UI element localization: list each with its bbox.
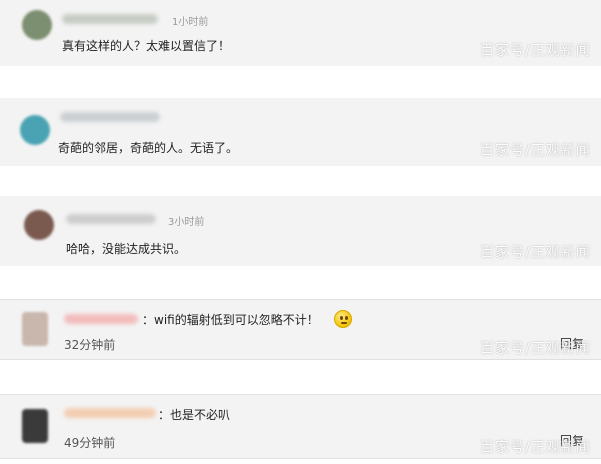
comment-time: 3小时前 xyxy=(168,217,205,228)
thinking-face-icon xyxy=(334,310,352,328)
avatar[interactable] xyxy=(22,10,52,40)
username[interactable] xyxy=(64,408,156,418)
comment-time: 32分钟前 xyxy=(64,338,116,352)
avatar[interactable] xyxy=(22,312,48,346)
comment-text: ：wifi的辐射低到可以忽略不计！ xyxy=(142,313,319,327)
comment-text: 哈哈，没能达成共识。 xyxy=(66,242,187,256)
username[interactable] xyxy=(60,112,160,122)
comment-card: 1小时前 真有这样的人？太难以置信了！ 百家号/正观新闻 xyxy=(0,0,601,66)
watermark: 百家号/正观新闻 xyxy=(480,245,591,261)
comment-card: 3小时前 哈哈，没能达成共识。 百家号/正观新闻 xyxy=(0,196,601,266)
watermark: 百家号/正观新闻 xyxy=(480,341,591,357)
watermark: 百家号/正观新闻 xyxy=(480,143,591,159)
comment-text: 奇葩的邻居，奇葩的人。无语了。 xyxy=(58,141,239,155)
comment-card: 奇葩的邻居，奇葩的人。无语了。 百家号/正观新闻 xyxy=(0,98,601,166)
comment-card: ：也是不必叭 49分钟前 回复 百家号/正观新闻 xyxy=(0,394,601,459)
username[interactable] xyxy=(64,314,138,324)
username[interactable] xyxy=(66,214,156,224)
comment-time: 1小时前 xyxy=(172,17,209,28)
avatar[interactable] xyxy=(24,210,54,240)
comment-text: ：也是不必叭 xyxy=(158,408,231,422)
avatar[interactable] xyxy=(22,409,48,443)
comment-time: 49分钟前 xyxy=(64,436,116,450)
comment-text: 真有这样的人？太难以置信了！ xyxy=(62,39,231,53)
watermark: 百家号/正观新闻 xyxy=(480,43,591,59)
comment-card: ：wifi的辐射低到可以忽略不计！ 32分钟前 回复 百家号/正观新闻 xyxy=(0,299,601,360)
avatar[interactable] xyxy=(20,115,50,145)
username[interactable] xyxy=(62,14,158,24)
watermark: 百家号/正观新闻 xyxy=(480,440,591,456)
